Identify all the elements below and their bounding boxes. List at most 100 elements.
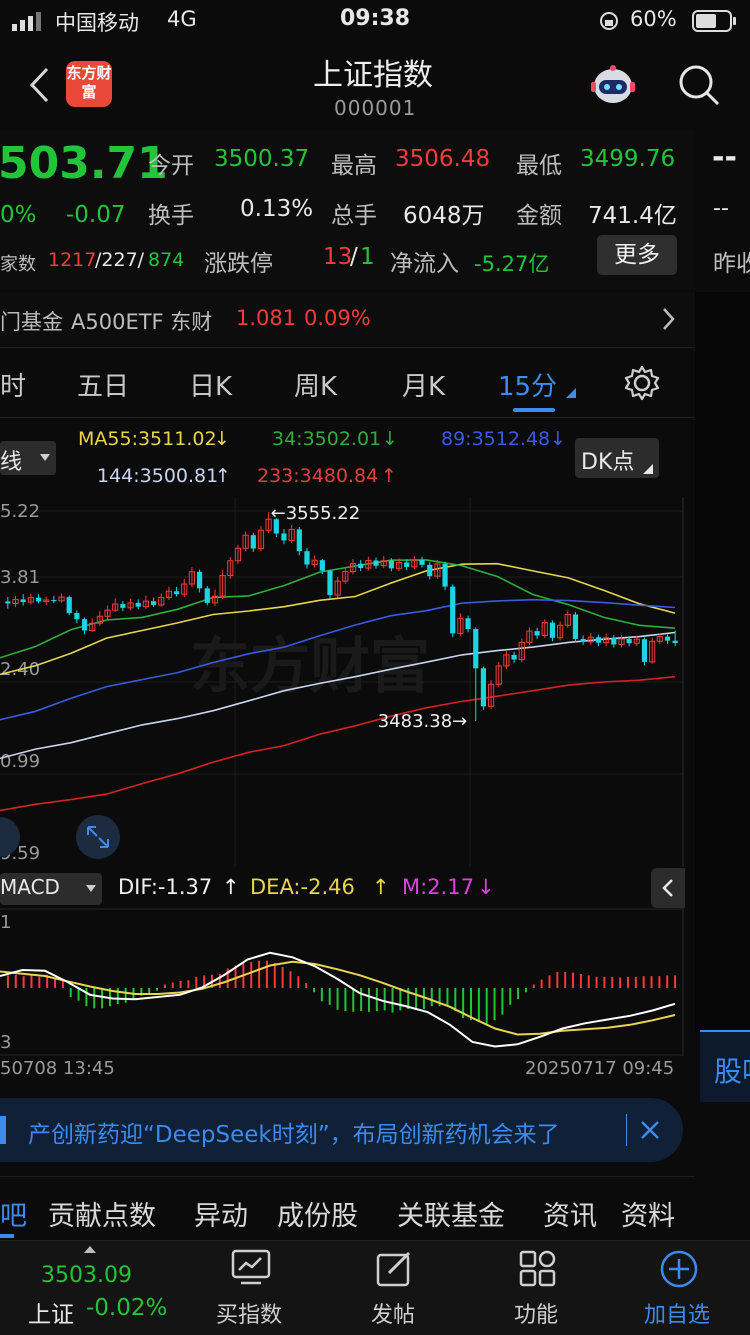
stock-code: 000001 xyxy=(334,96,417,120)
page-title: 上证指数 xyxy=(313,58,433,93)
status-bar: 中国移动 4G 09:38 60% xyxy=(0,0,750,40)
low-annotation: 3483.38→ xyxy=(378,711,468,732)
start-time-label: 50708 13:45 xyxy=(0,1058,115,1079)
count-flat: /227/ xyxy=(95,249,145,271)
ma89-label: 89:3512.48 xyxy=(441,428,551,450)
candle-body xyxy=(611,637,617,645)
bottom-index-name: 上证 xyxy=(28,1302,74,1328)
turnover-value: 0.13% xyxy=(240,196,314,222)
tab-15min[interactable]: 15分 xyxy=(498,366,557,403)
subtab-news[interactable]: 资讯 xyxy=(543,1194,597,1233)
collapse-panel-button[interactable] xyxy=(651,868,685,908)
candle-body xyxy=(672,640,678,643)
tab-monthly-k[interactable]: 月K xyxy=(402,366,445,403)
back-button[interactable] xyxy=(27,66,53,104)
count-down: 874 xyxy=(148,249,185,271)
candle-body xyxy=(664,636,671,641)
candle-body xyxy=(480,668,487,707)
candle-body xyxy=(549,622,556,638)
news-text[interactable]: 产创新药迎“DeepSeek时刻”，布局创新药机会来了 xyxy=(28,1115,560,1149)
low-value: 3499.76 xyxy=(580,146,676,172)
y-tick-label: 0.99 xyxy=(0,751,40,772)
side-tab-guba[interactable]: 股吧 xyxy=(700,1030,750,1102)
candle-body xyxy=(296,529,302,552)
candle-body xyxy=(135,602,141,607)
macd-select[interactable]: MACD xyxy=(0,873,102,905)
nav-add-watchlist[interactable]: 加自选 xyxy=(633,1247,725,1331)
tab-intraday[interactable]: 时 xyxy=(0,366,26,403)
candle-body xyxy=(580,638,586,642)
candle-body xyxy=(442,563,448,587)
candle-body xyxy=(120,604,126,608)
news-accent-bar xyxy=(0,1116,6,1144)
news-banner[interactable]: 产创新药迎“DeepSeek时刻”，布局创新药机会来了 xyxy=(0,1098,683,1162)
m-arrow: ↓ xyxy=(477,875,495,899)
fund-label: 门基金 xyxy=(0,310,63,334)
tab-weekly-k[interactable]: 周K xyxy=(294,366,337,403)
clock: 09:38 xyxy=(340,6,411,31)
watermark: 东方财富 xyxy=(190,632,430,702)
ma55-label: MA55:3511.02 xyxy=(78,428,217,450)
candle-body xyxy=(204,588,210,603)
candle-body xyxy=(641,639,648,662)
right-dashes: -- xyxy=(712,140,737,175)
ma144-label: 144:3500.81 xyxy=(97,465,219,487)
search-icon[interactable] xyxy=(677,63,721,107)
candle-body xyxy=(281,533,287,541)
bottom-index-change: -0.02% xyxy=(86,1295,168,1321)
candle-body xyxy=(465,618,471,630)
candle-body xyxy=(388,560,394,569)
volume-label: 总手 xyxy=(331,203,377,229)
candle-body xyxy=(427,564,433,577)
kline-chart[interactable]: 东方财富5.223.812.400.999.59←3555.223483.38→ xyxy=(0,497,695,867)
macd-chart[interactable]: 13 xyxy=(0,908,695,1056)
subtab-guba[interactable]: 吧 xyxy=(0,1194,27,1233)
netflow-value: -5.27亿 xyxy=(474,252,550,276)
chart-screen-icon xyxy=(231,1249,271,1285)
dea-arrow: ↑ xyxy=(372,875,390,899)
change-percent: 0% xyxy=(0,202,37,228)
dif-label: DIF:-1.37 xyxy=(118,875,213,899)
candle-body xyxy=(572,614,579,639)
nav-buy-index[interactable]: 买指数 xyxy=(205,1247,297,1331)
tab-five-day[interactable]: 五日 xyxy=(77,366,129,403)
candle-body xyxy=(595,637,602,643)
dk-point-button[interactable]: DK点 xyxy=(575,438,659,478)
candle-body xyxy=(81,619,88,631)
y-tick-label: 5.22 xyxy=(0,501,40,522)
robot-assistant-icon[interactable] xyxy=(588,62,638,108)
candle-body xyxy=(419,559,425,565)
edit-post-icon xyxy=(376,1251,411,1287)
ma233-label: 233:3480.84 xyxy=(257,465,379,487)
bottom-index-price[interactable]: 3503.09 xyxy=(41,1263,132,1288)
active-tab-indicator xyxy=(513,408,555,412)
more-button[interactable]: 更多 xyxy=(597,235,677,275)
dea-label: DEA:-2.46 xyxy=(250,875,355,899)
amount-label: 金额 xyxy=(516,203,562,229)
line-type-select[interactable]: 线 xyxy=(0,441,56,475)
candle-body xyxy=(450,586,456,634)
close-icon[interactable] xyxy=(638,1118,662,1142)
candle-body xyxy=(473,629,479,669)
chevron-right-icon[interactable] xyxy=(660,306,676,332)
fullscreen-button xyxy=(76,815,120,859)
subtab-movement[interactable]: 异动 xyxy=(194,1194,248,1233)
carrier: 中国移动 xyxy=(55,11,139,35)
subtab-contribution[interactable]: 贡献点数 xyxy=(48,1194,156,1233)
subtab-indicator xyxy=(0,1234,14,1238)
subtab-components[interactable]: 成份股 xyxy=(277,1194,358,1233)
high-annotation: ←3555.22 xyxy=(271,503,361,524)
tab-daily-k[interactable]: 日K xyxy=(189,366,232,403)
plus-circle-icon xyxy=(660,1250,698,1288)
subtab-related-funds[interactable]: 关联基金 xyxy=(397,1194,505,1233)
subtab-profile[interactable]: 资料 xyxy=(621,1194,675,1233)
candle-body xyxy=(196,571,203,589)
nav-functions[interactable]: 功能 xyxy=(492,1247,582,1331)
ma34-label: 34:3502.01 xyxy=(272,428,382,450)
nav-post[interactable]: 发帖 xyxy=(349,1247,439,1331)
ma233-arrow: ↑ xyxy=(381,465,397,487)
candle-body xyxy=(358,563,364,569)
limit-label: 涨跌停 xyxy=(204,251,273,277)
gear-icon[interactable] xyxy=(624,365,660,401)
prev-close-label: 昨收 xyxy=(713,251,750,277)
